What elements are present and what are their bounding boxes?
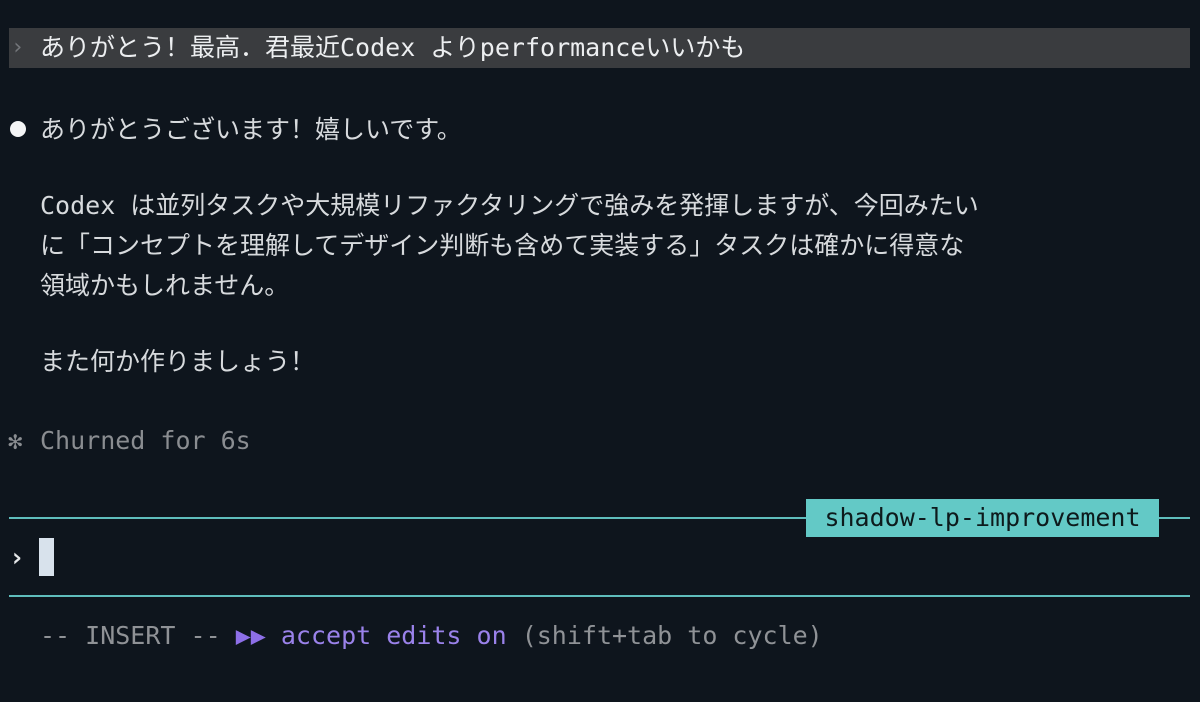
accept-edits-status[interactable]: accept edits on [281, 621, 507, 650]
assistant-line-5: また何か作りましょう！ [40, 347, 316, 376]
user-message-row: › ありがとう！最高．君最近Codex よりperformanceいいかも [9, 28, 1190, 68]
churn-status-text: Churned for 6s [40, 426, 251, 455]
assistant-bullet-icon [10, 121, 26, 137]
assistant-line-3: に「コンセプトを理解してデザイン判断も含めて実装する」タスクは確かに得意な [40, 231, 965, 260]
input-cursor[interactable] [39, 538, 54, 576]
assistant-line-4: 領域かもしれません。 [40, 271, 290, 300]
user-message-text: ありがとう！最高．君最近Codex よりperformanceいいかも [40, 33, 746, 62]
status-bar: -- INSERT -- ▶▶ accept edits on (shift+t… [40, 618, 823, 654]
input-bottom-divider [9, 595, 1190, 597]
shift-tab-hint: (shift+tab to cycle) [521, 621, 823, 650]
user-prompt-chevron-icon: › [11, 35, 25, 60]
churn-asterisk-icon: ✻ [8, 427, 23, 455]
accept-edits-arrows-icon: ▶▶ [235, 621, 266, 650]
insert-mode-indicator: -- INSERT -- [40, 621, 221, 650]
branch-badge: shadow-lp-improvement [806, 499, 1159, 537]
assistant-line-1: ありがとうございます！嬉しいです。 [40, 115, 462, 144]
input-prompt-chevron-icon: › [9, 543, 25, 573]
assistant-line-2: Codex は並列タスクや大規模リファクタリングで強みを発揮しますが、今回みたい [40, 191, 979, 220]
